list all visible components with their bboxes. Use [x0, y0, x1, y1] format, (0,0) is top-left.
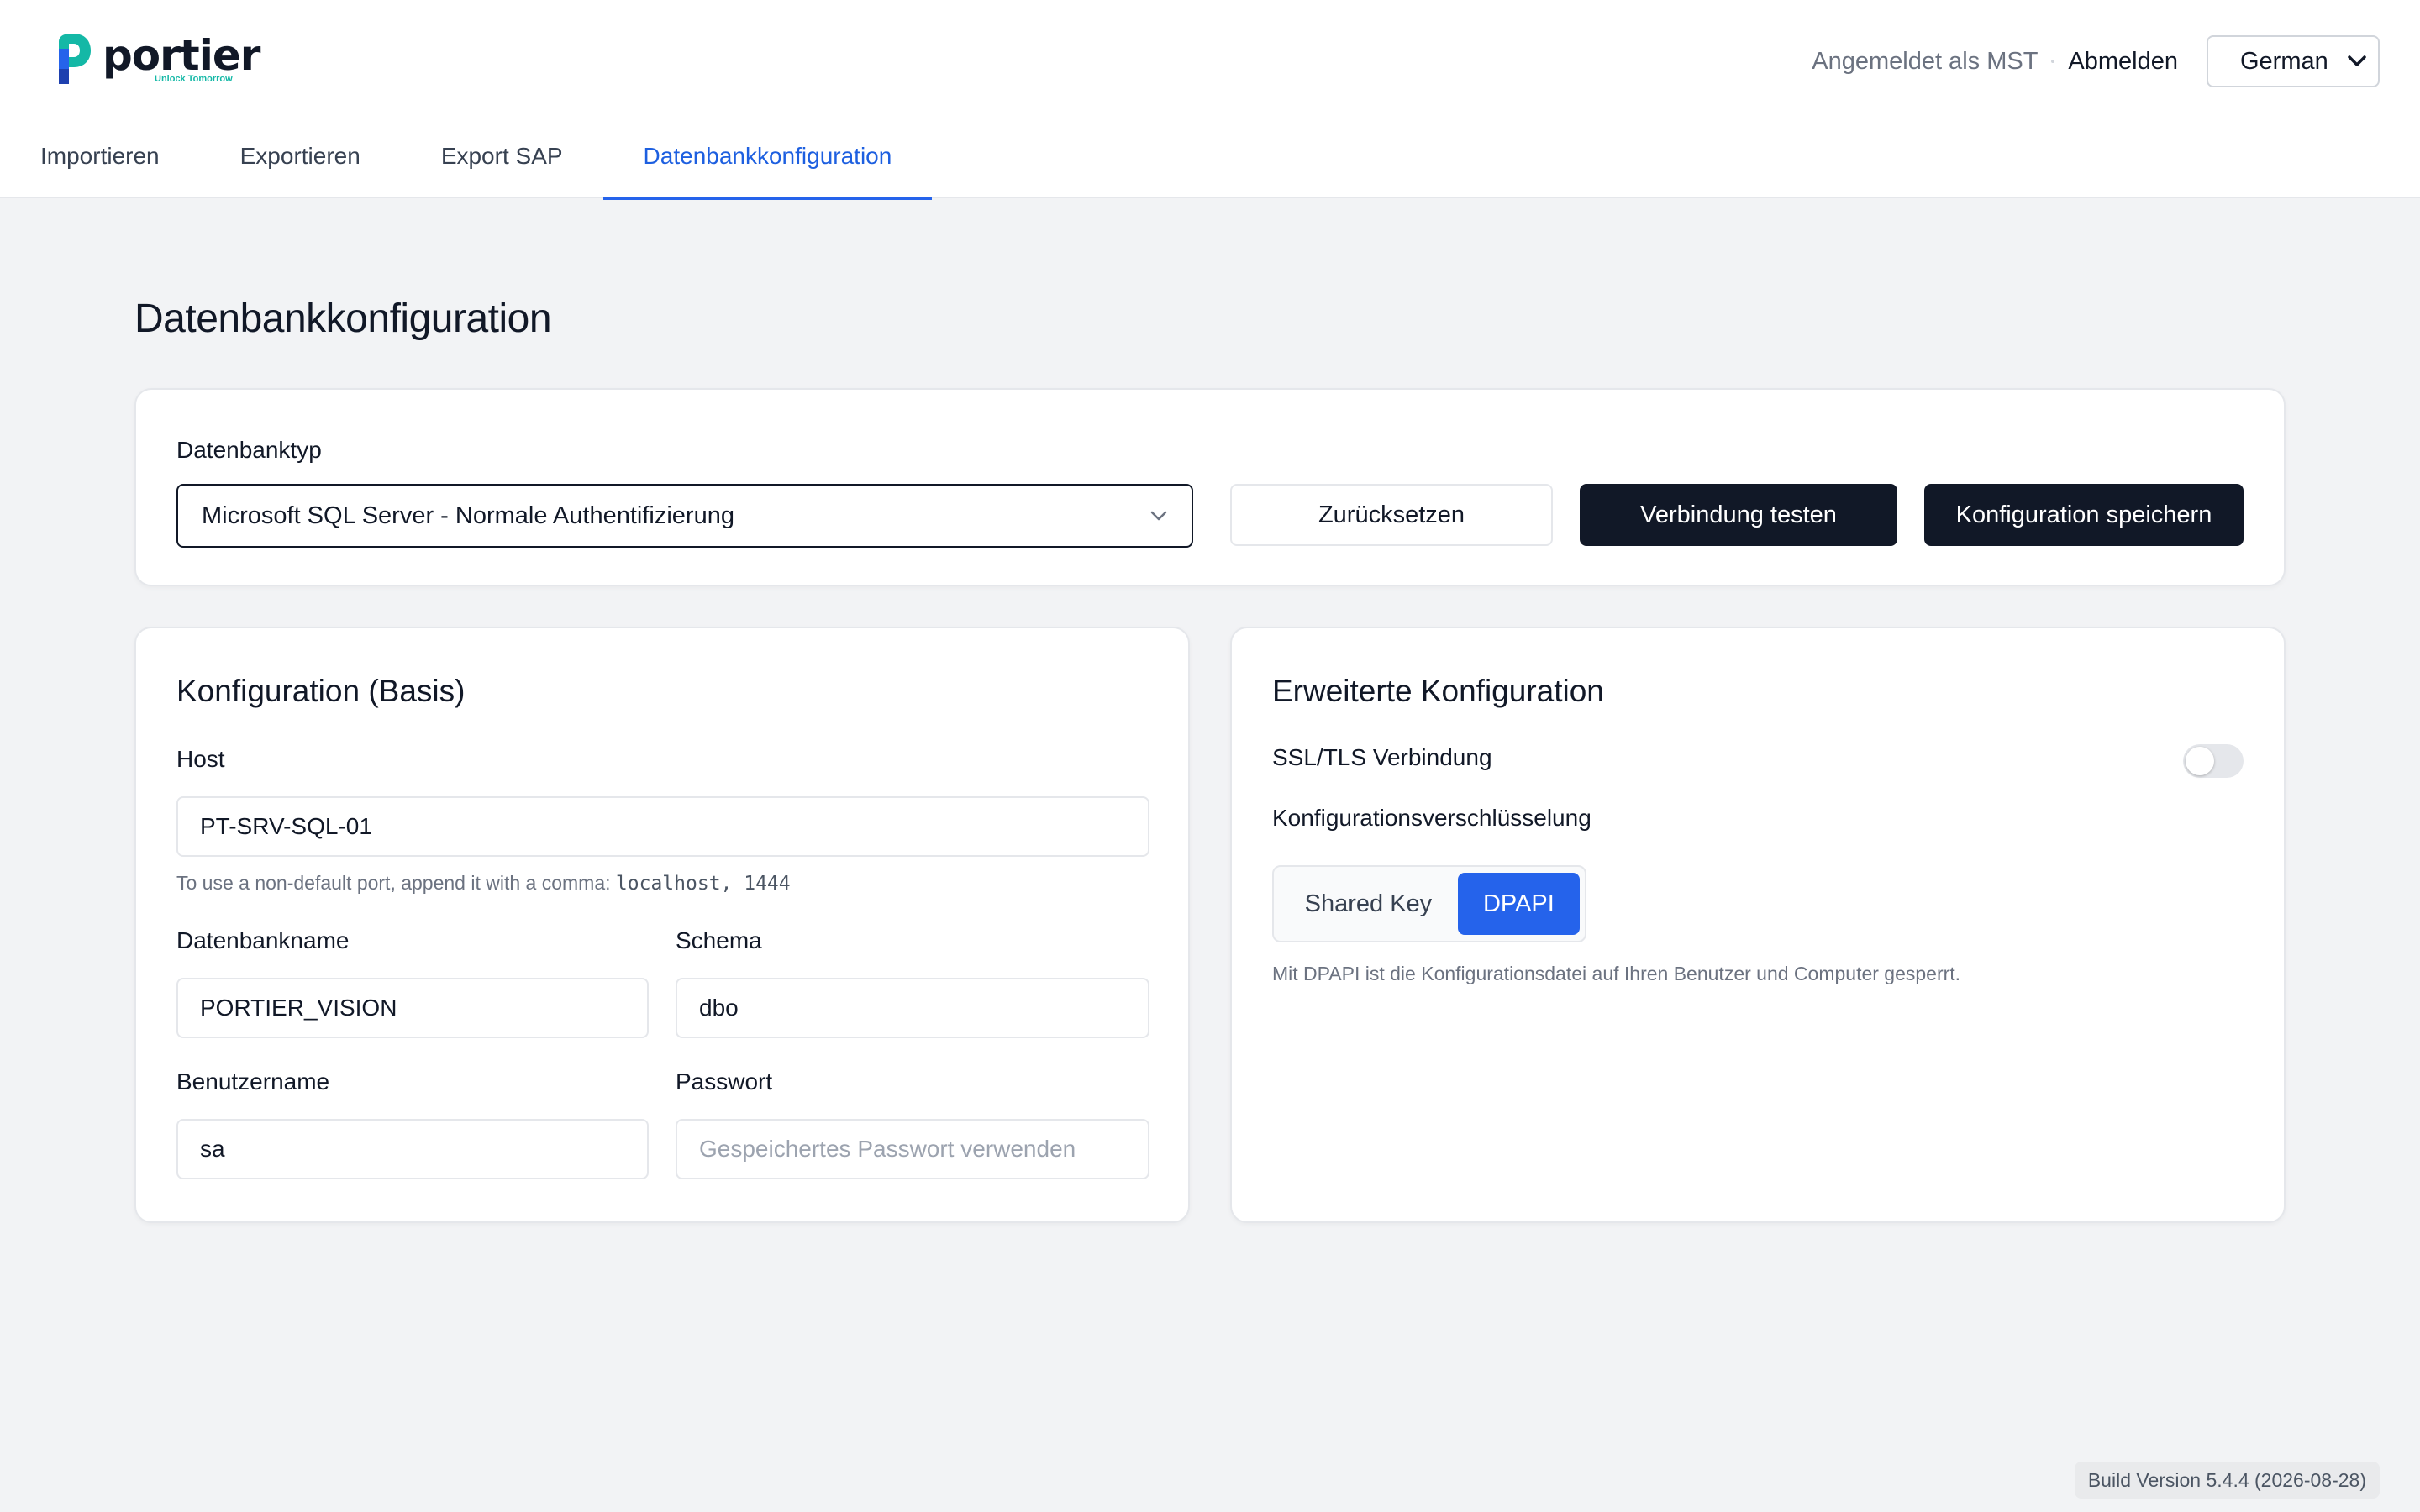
build-version-badge: Build Version 5.4.4 (2026-08-28) — [2074, 1462, 2380, 1499]
encryption-hint: Mit DPAPI ist die Konfigurationsdatei au… — [1272, 963, 1961, 984]
encryption-option-dpapi[interactable]: DPAPI — [1457, 873, 1580, 935]
user-area: Angemeldet als MST Abmelden German — [1812, 35, 2380, 87]
language-select-value: German — [2240, 47, 2328, 75]
schema-label: Schema — [676, 927, 762, 953]
db-type-label: Datenbanktyp — [176, 437, 322, 463]
basic-config-heading: Konfiguration (Basis) — [176, 674, 466, 708]
schema-input[interactable]: dbo — [676, 978, 1150, 1038]
save-config-button[interactable]: Konfiguration speichern — [1924, 484, 2244, 546]
test-connection-button[interactable]: Verbindung testen — [1580, 484, 1897, 546]
page-title: Datenbankkonfiguration — [134, 297, 552, 341]
basic-config-card: Konfiguration (Basis) Host PT-SRV-SQL-01… — [134, 627, 1190, 1223]
host-label: Host — [176, 746, 225, 772]
tab-exportieren[interactable]: Exportieren — [200, 126, 401, 198]
logo-tagline: Unlock Tomorrow — [155, 74, 233, 84]
dbname-label: Datenbankname — [176, 927, 350, 953]
host-hint-text: To use a non-default port, append it wit… — [176, 872, 611, 894]
ssl-label: SSL/TLS Verbindung — [1272, 744, 1492, 770]
ssl-toggle-knob — [2186, 747, 2214, 775]
portier-logo-icon — [59, 34, 91, 84]
db-type-card: Datenbanktyp Microsoft SQL Server - Norm… — [134, 388, 2286, 586]
advanced-config-card: Erweiterte Konfiguration SSL/TLS Verbind… — [1230, 627, 2286, 1223]
separator-dot — [2051, 60, 2055, 63]
advanced-config-heading: Erweiterte Konfiguration — [1272, 674, 1604, 708]
encryption-segmented-control: Shared Key DPAPI — [1272, 865, 1586, 942]
portier-logo[interactable]: portier Unlock Tomorrow — [54, 32, 260, 87]
logout-link[interactable]: Abmelden — [2068, 48, 2178, 76]
app-header: portier Unlock Tomorrow Angemeldet als M… — [0, 0, 2420, 200]
chevron-down-icon — [2348, 55, 2366, 66]
username-label: Benutzername — [176, 1068, 330, 1095]
password-label: Passwort — [676, 1068, 773, 1095]
tab-importieren[interactable]: Importieren — [0, 126, 200, 198]
host-input[interactable]: PT-SRV-SQL-01 — [176, 796, 1150, 857]
chevron-down-icon — [1150, 511, 1167, 521]
db-type-select-value: Microsoft SQL Server - Normale Authentif… — [202, 501, 734, 529]
ssl-toggle[interactable] — [2183, 744, 2244, 778]
encryption-label: Konfigurationsverschlüsselung — [1272, 805, 1591, 831]
tab-export-sap[interactable]: Export SAP — [401, 126, 603, 198]
logged-in-text: Angemeldet als MST — [1812, 47, 2039, 75]
db-type-select[interactable]: Microsoft SQL Server - Normale Authentif… — [176, 484, 1193, 548]
encryption-option-shared-key[interactable]: Shared Key — [1279, 873, 1458, 935]
host-hint: To use a non-default port, append it wit… — [176, 872, 791, 895]
reset-button[interactable]: Zurücksetzen — [1230, 484, 1553, 546]
username-input[interactable]: sa — [176, 1119, 649, 1179]
password-input[interactable]: Gespeichertes Passwort verwenden — [676, 1119, 1150, 1179]
logo-wordmark: portier — [103, 31, 260, 80]
host-hint-code: localhost, 1444 — [615, 873, 791, 895]
dbname-input[interactable]: PORTIER_VISION — [176, 978, 649, 1038]
tab-datenbankkonfiguration[interactable]: Datenbankkonfiguration — [602, 126, 933, 200]
main-tabs: Importieren Exportieren Export SAP Daten… — [0, 126, 933, 200]
language-select[interactable]: German — [2207, 35, 2380, 87]
